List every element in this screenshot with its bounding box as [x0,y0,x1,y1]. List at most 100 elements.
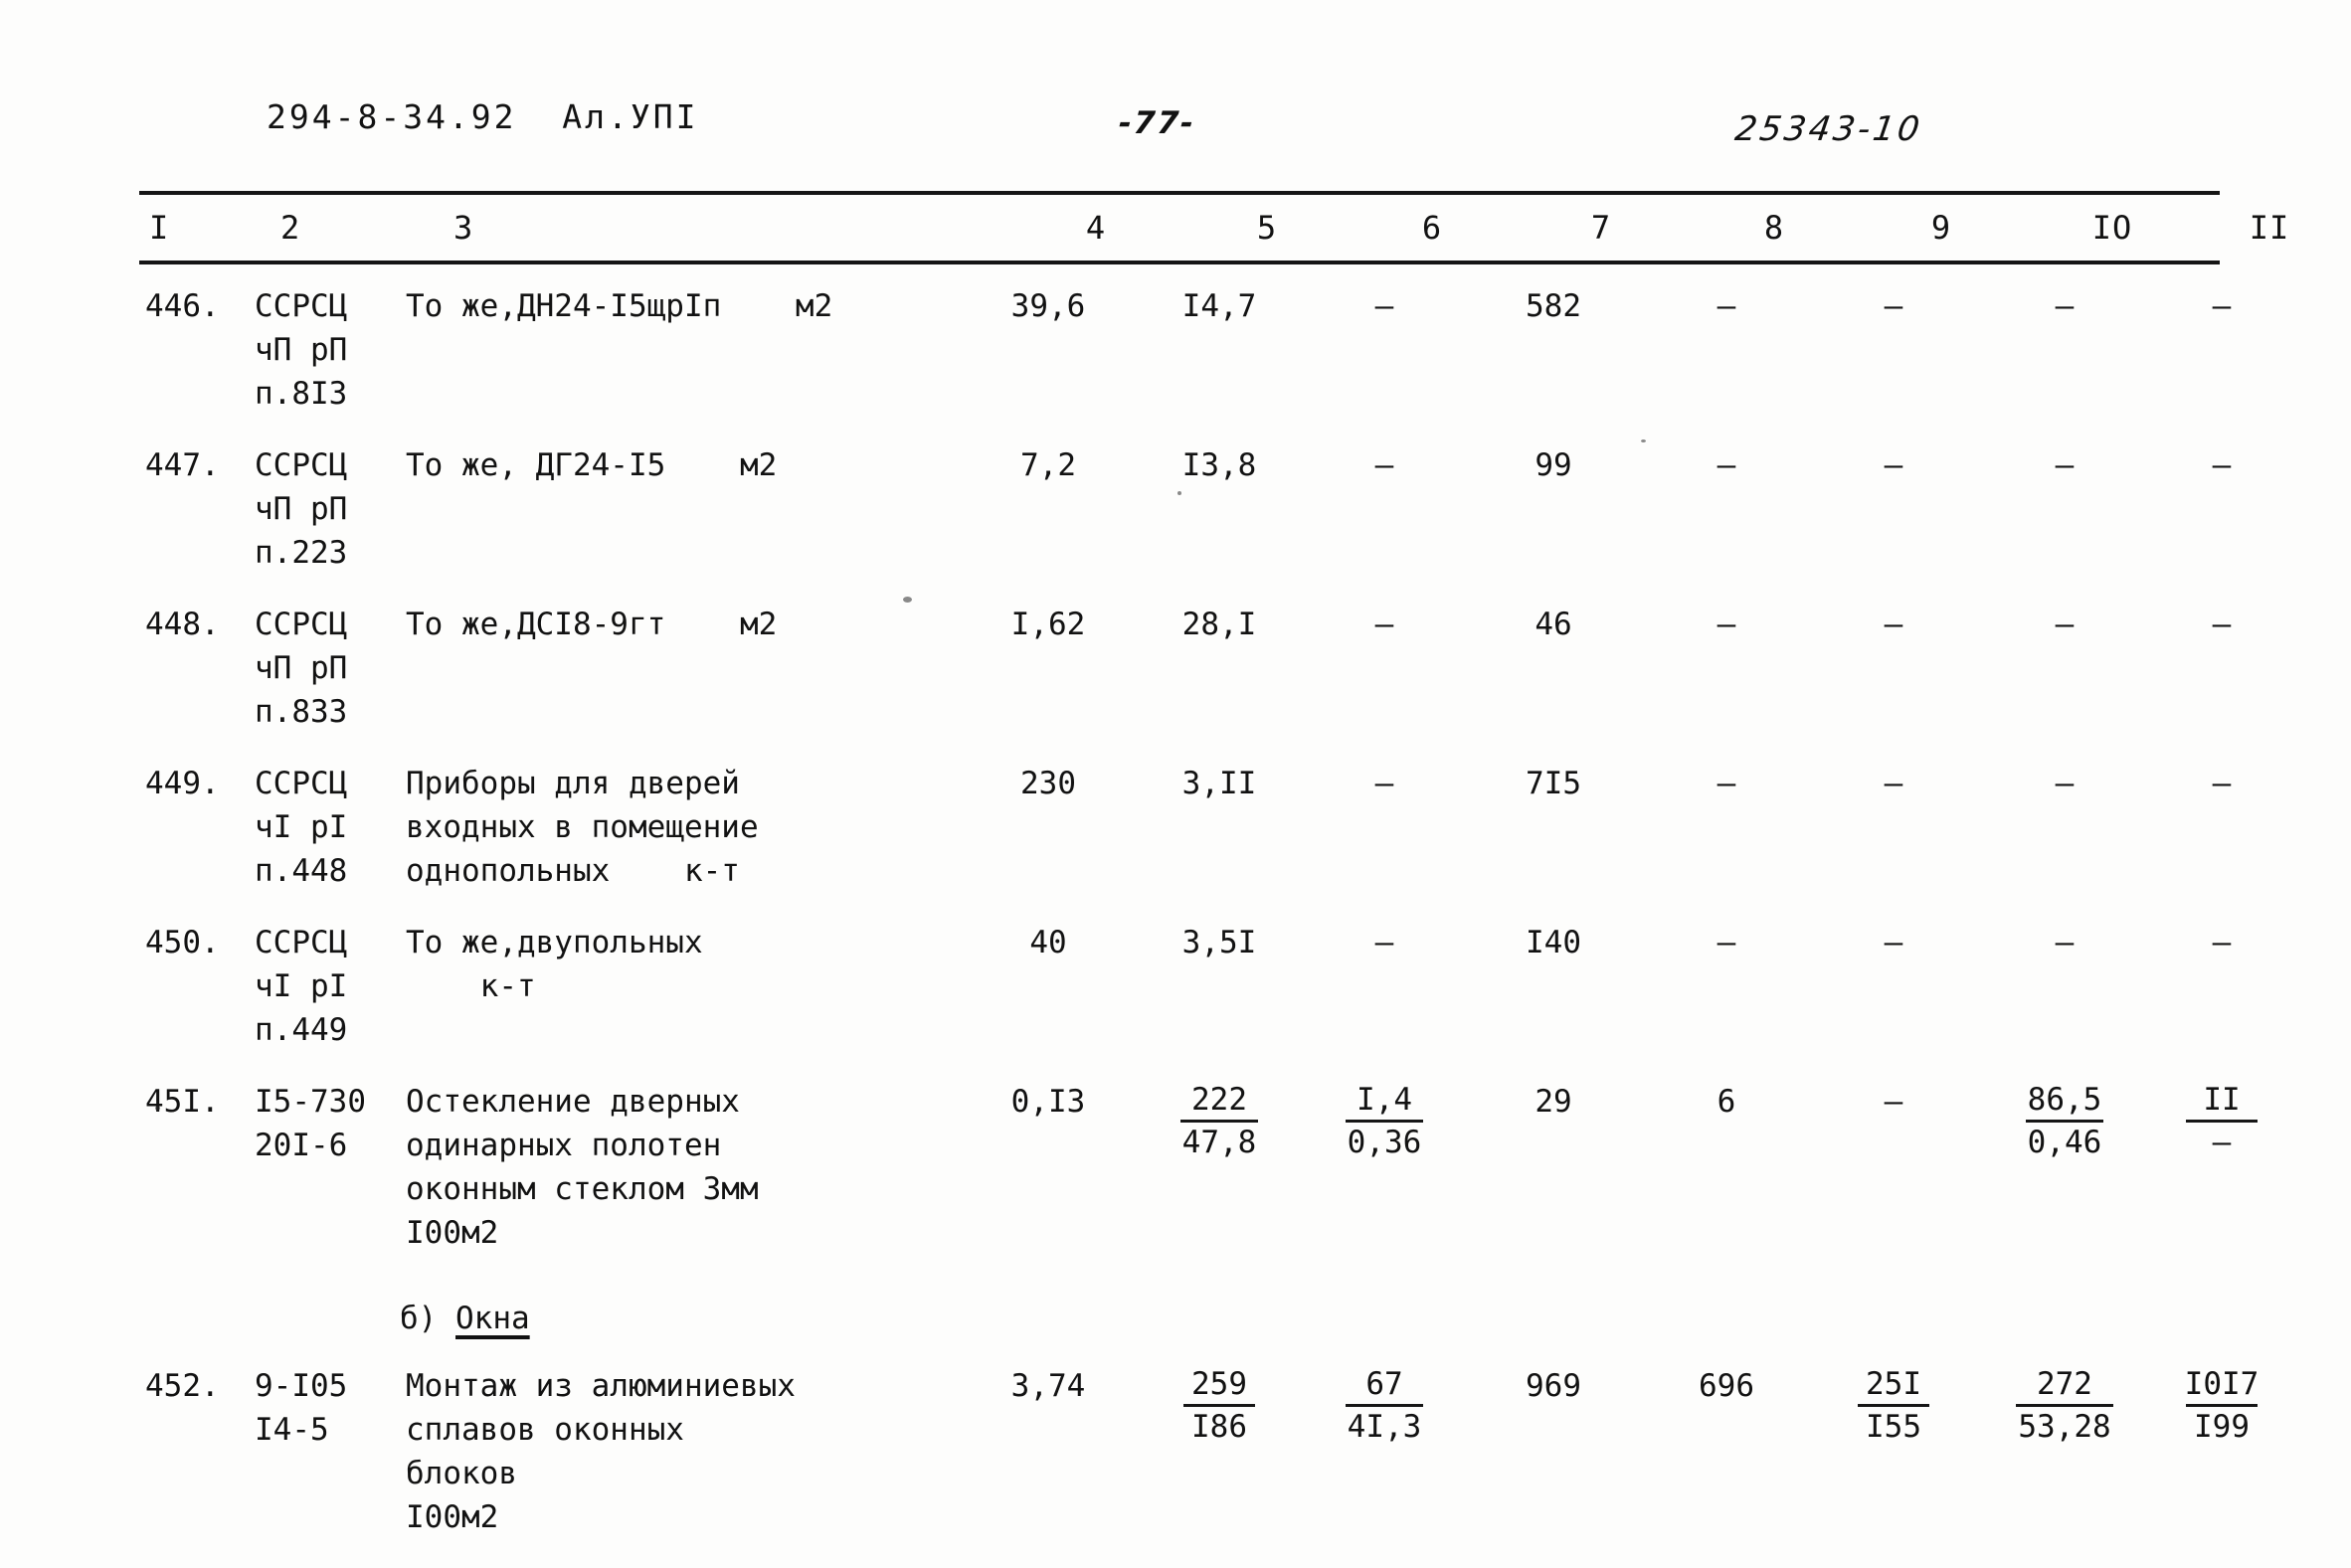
total-cost-value: 99 [1535,447,1572,483]
table-top-rule [139,191,2220,195]
labor: I,4 0,36 [1305,1080,1464,1162]
wages-value: – [2055,766,2075,801]
description-cell: То же,двупольных к-т [406,921,963,1008]
labor-value: – [1374,288,1394,324]
norm-code-line: чП рП [255,332,348,368]
qty-value: 230 [1020,766,1076,801]
description-line: Приборы для дверей [406,766,740,801]
column-header-8: 8 [1763,209,1785,247]
materials: – [1643,921,1810,964]
labor-value: – [1374,447,1394,483]
materials-value: – [1717,447,1736,483]
column-header-10: IO [2091,209,2133,247]
column-header-7: 7 [1590,209,1612,247]
table-row: 449. ССРСЦ чI рI п.448 Приборы для дверей вхо… [139,762,2231,893]
machines: – [1810,762,1977,805]
description-line: Монтаж из алюминиевых [406,1368,796,1404]
norm-code-line: п.833 [255,694,348,730]
machines: – [1810,443,1977,487]
wages-value: – [2055,288,2075,324]
row-number: 448. [139,603,255,646]
table-row: 448. ССРСЦ чП рП п.833 То же,ДСI8-9гт м2 I,62… [139,603,2231,734]
total-cost: I40 [1464,921,1643,964]
machines-value: – [1884,607,1903,642]
labor: – [1305,603,1464,646]
description-line: Остекление дверных [406,1084,740,1120]
labor-fraction: I,4 0,36 [1345,1080,1424,1162]
unit-price: I3,8 [1134,443,1305,487]
man-hours: – [2152,921,2291,964]
norm-code-line: п.8I3 [255,376,348,412]
column-header-6: 6 [1421,209,1443,247]
qty: 40 [963,921,1134,964]
wages: 86,5 0,46 [1977,1080,2152,1162]
unit-of-measure: I00м2 [406,1215,499,1251]
table-row: 446. ССРСЦ чП рП п.8I3 То же,ДН24-I5щрIп м2 3… [139,284,2231,416]
materials: 696 [1643,1364,1810,1408]
man-hours-fraction: II – [2186,1080,2258,1162]
materials-value: 6 [1717,1084,1736,1120]
description-line: входных в помещение [406,809,759,845]
total-cost-value: 29 [1535,1084,1572,1120]
description-line: То же,двупольных [406,925,703,960]
total-cost: 29 [1464,1080,1643,1124]
materials-value: 696 [1699,1368,1754,1404]
table-column-header-row: I 2 3 4 5 6 7 8 9 IO II [139,199,2288,257]
subheading-indent [139,1301,400,1336]
qty: 3,74 [963,1364,1134,1408]
section-subheading: б) Окна [139,1301,2220,1336]
description-cell: Монтаж из алюминиевых сплавов оконных блок… [406,1364,963,1539]
qty-value: 40 [1029,925,1067,960]
man-hours: – [2152,284,2291,328]
labor-fraction: 67 4I,3 [1345,1364,1424,1447]
norm-code-line: п.223 [255,535,348,571]
description-line: То же,ДСI8-9гт м2 [406,607,778,642]
table-row: 45I. I5-730 20I-6 Остекление дверных одинарн… [139,1080,2258,1255]
wages-denominator: 0,46 [2025,1120,2104,1162]
unit-price-fraction: 259 I86 [1183,1364,1255,1447]
row-number: 450. [139,921,255,964]
machines: – [1810,284,1977,328]
total-cost: 7I5 [1464,762,1643,805]
norm-code-cell: ССРСЦ чП рП п.223 [255,443,406,575]
description-cell: То же,ДН24-I5щрIп м2 [406,284,963,328]
wages: 272 53,28 [1977,1364,2152,1447]
scan-speck [155,1106,160,1111]
machines-denominator: I55 [1858,1404,1929,1447]
column-header-4: 4 [1085,209,1107,247]
materials: – [1643,443,1810,487]
man-hours-fraction: I0I7 I99 [2183,1364,2261,1447]
norm-code-cell: I5-730 20I-6 [255,1080,406,1167]
unit-price: 3,II [1134,762,1305,805]
man-hours: II – [2152,1080,2291,1162]
unit-price: 259 I86 [1134,1364,1305,1447]
description-line: одинарных полотен [406,1128,722,1163]
wages-fraction: 86,5 0,46 [2025,1080,2104,1162]
qty: I,62 [963,603,1134,646]
unit-price-numerator: 259 [1191,1366,1247,1402]
row-number-text: 449. [145,766,220,801]
norm-code-line: I5-730 [255,1084,366,1120]
qty-value: 3,74 [1010,1368,1086,1404]
total-cost-value: 582 [1526,288,1581,324]
description-cell: То же, ДГ24-I5 м2 [406,443,963,487]
description-line: оконным стеклом 3мм [406,1171,759,1207]
qty-value: 39,6 [1010,288,1086,324]
norm-code-cell: ССРСЦ чI рI п.449 [255,921,406,1052]
total-cost-value: 7I5 [1526,766,1581,801]
row-number-text: 447. [145,447,220,483]
man-hours-denominator: – [2186,1120,2258,1162]
row-number: 449. [139,762,255,805]
table-body: 446. ССРСЦ чП рП п.8I3 То же,ДН24-I5щрIп м2 3… [139,284,2259,1539]
labor-value: – [1374,607,1394,642]
materials: – [1643,603,1810,646]
row-number-text: 448. [145,607,220,642]
row-number: 447. [139,443,255,487]
column-header-11: II [2249,209,2290,247]
unit-price-denominator: I86 [1183,1404,1255,1447]
norm-code-line: п.449 [255,1012,348,1048]
machines: – [1810,921,1977,964]
unit-price-fraction: 222 47,8 [1179,1080,1259,1162]
norm-code-line: чП рП [255,650,348,686]
labor: – [1305,284,1464,328]
